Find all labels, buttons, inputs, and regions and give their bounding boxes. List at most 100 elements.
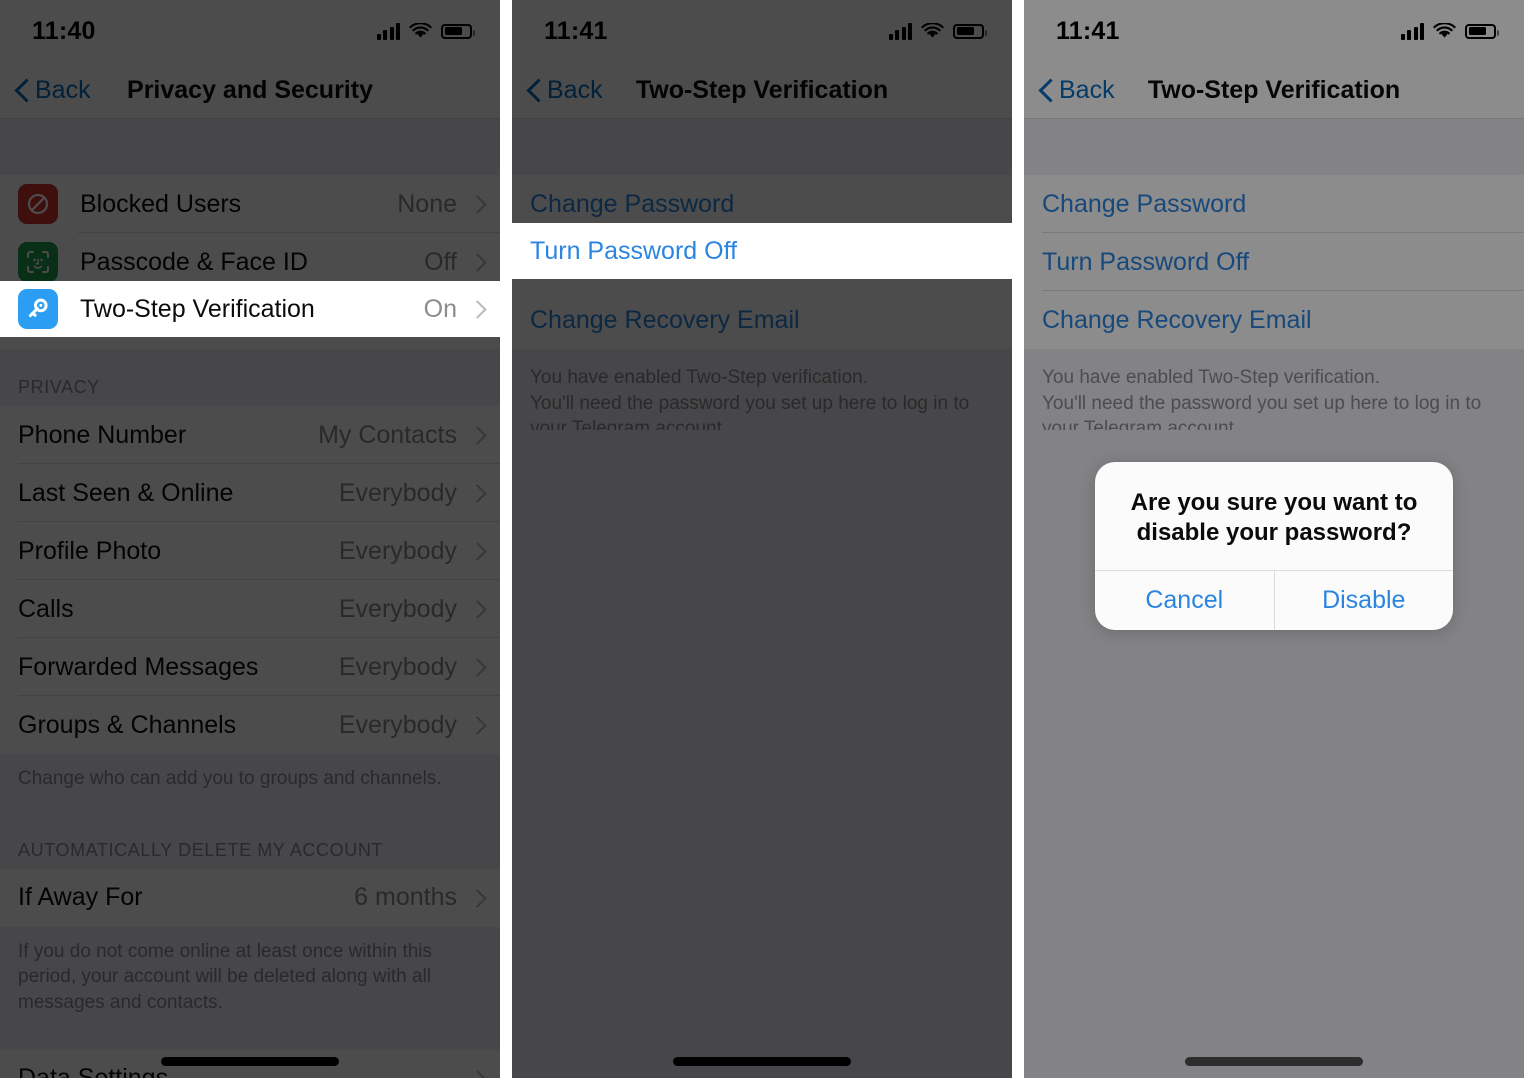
link-label: Turn Password Off [530,236,738,265]
chevron-right-icon [471,195,482,213]
battery-icon [1465,23,1499,39]
status-time: 11:41 [544,16,608,45]
chevron-right-icon [471,600,482,618]
status-time: 11:41 [1056,16,1120,45]
row-value: None [397,189,457,218]
link-label: Change Password [530,189,735,218]
row-if-away-for[interactable]: If Away For 6 months [0,868,500,927]
auto-delete-footnote: If you do not come online at least once … [0,926,500,1050]
status-icons [888,21,987,40]
row-label: Phone Number [18,420,187,449]
phone-panel-two-step-verification-list: 11:41 Back Two-Step Verification Change … [512,0,1012,1078]
row-last-seen-online[interactable]: Last Seen & Online Everybody [0,464,500,522]
row-label: Calls [18,594,74,623]
row-blocked-users[interactable]: Blocked Users None [0,175,500,233]
alert-title: Are you sure you want to disable your pa… [1130,489,1418,546]
row-label: If Away For [18,883,143,912]
link-turn-password-off-highlighted[interactable]: Turn Password Off [512,223,1012,279]
link-label: Change Recovery Email [530,305,800,334]
chevron-left-icon [16,79,29,101]
link-change-recovery-email[interactable]: Change Recovery Email [512,291,1012,349]
cellular-bars-icon [1400,22,1424,40]
spotlight-turn-password-off[interactable]: Turn Password Off [512,223,1012,279]
back-button[interactable]: Back [16,76,91,105]
row-label: Last Seen & Online [18,478,234,507]
auto-delete-section-header: AUTOMATICALLY DELETE MY ACCOUNT [0,811,500,869]
privacy-section-header: PRIVACY [0,349,500,406]
chevron-right-icon [471,1070,482,1078]
privacy-footnote: Change who can add you to groups and cha… [0,754,500,812]
row-calls[interactable]: Calls Everybody [0,580,500,638]
disable-button[interactable]: Disable [1273,571,1454,630]
row-value: 6 months [354,883,457,912]
face-id-icon [18,242,58,282]
row-label: Groups & Channels [18,710,237,739]
list-top-gap [0,119,500,175]
back-button[interactable]: Back [528,76,603,105]
privacy-group: Phone Number My Contacts Last Seen & Onl… [0,406,500,754]
cancel-button[interactable]: Cancel [1095,571,1274,630]
link-label: Change Recovery Email [1042,305,1312,334]
home-indicator[interactable] [1185,1057,1363,1066]
key-icon [18,289,58,329]
chevron-left-icon [1040,79,1053,101]
cellular-bars-icon [888,22,912,40]
link-change-recovery-email[interactable]: Change Recovery Email [1024,291,1524,349]
status-bar: 11:41 [512,0,1012,62]
block-icon [18,184,58,224]
row-phone-number[interactable]: Phone Number My Contacts [0,406,500,464]
chevron-right-icon [471,484,482,502]
row-label: Passcode & Face ID [80,247,308,276]
confirm-disable-password-alert: Are you sure you want to disable your pa… [1095,462,1453,630]
battery-icon [441,23,475,39]
three-panel-screenshot: 11:40 Back Privacy and Security Blocked … [0,0,1524,1078]
nav-bar: Back Two-Step Verification [1024,62,1524,118]
row-groups-channels[interactable]: Groups & Channels Everybody [0,696,500,754]
chevron-right-icon [471,426,482,444]
row-value: On [423,294,457,323]
row-label: Two-Step Verification [80,294,315,323]
status-time: 11:40 [32,16,96,45]
chevron-right-icon [471,716,482,734]
home-indicator[interactable] [161,1057,339,1066]
wifi-icon [1433,21,1456,40]
alert-body: Are you sure you want to disable your pa… [1095,462,1453,570]
screen-two-step-verification: 11:41 Back Two-Step Verification Change … [512,0,1012,1078]
spotlight-two-step-verification[interactable]: Two-Step Verification On [0,281,500,337]
back-button[interactable]: Back [1040,76,1115,105]
chevron-left-icon [528,79,541,101]
link-label: Change Password [1042,189,1247,218]
row-two-step-verification-highlighted[interactable]: Two-Step Verification On [0,281,500,337]
row-label: Data Settings [18,1064,471,1078]
row-label: Forwarded Messages [18,652,259,681]
link-label: Turn Password Off [1042,247,1250,276]
list-top-gap [1024,119,1524,175]
row-forwarded-messages[interactable]: Forwarded Messages Everybody [0,638,500,696]
battery-icon [953,23,987,39]
wifi-icon [409,21,432,40]
status-bar: 11:41 [1024,0,1524,62]
row-value: Everybody [338,652,457,681]
chevron-right-icon [471,889,482,907]
back-label: Back [35,75,91,104]
row-profile-photo[interactable]: Profile Photo Everybody [0,522,500,580]
chevron-right-icon [471,253,482,271]
phone-panel-privacy-and-security: 11:40 Back Privacy and Security Blocked … [0,0,500,1078]
link-change-password[interactable]: Change Password [1024,175,1524,233]
auto-delete-group: If Away For 6 months [0,868,500,927]
home-indicator[interactable] [673,1057,851,1066]
link-turn-password-off[interactable]: Turn Password Off [1024,233,1524,291]
phone-panel-two-step-verification-alert: 11:41 Back Two-Step Verification Change … [1024,0,1524,1078]
row-value: Everybody [338,710,457,739]
row-label: Profile Photo [18,536,162,565]
cellular-bars-icon [376,22,400,40]
row-value: Everybody [338,536,457,565]
nav-bar: Back Two-Step Verification [512,62,1012,118]
alert-actions: Cancel Disable [1095,570,1453,630]
row-value: Everybody [338,594,457,623]
row-value: Off [424,247,457,276]
row-value: Everybody [338,478,457,507]
row-label: Blocked Users [80,189,242,218]
status-icons [376,21,475,40]
row-value: My Contacts [318,420,457,449]
